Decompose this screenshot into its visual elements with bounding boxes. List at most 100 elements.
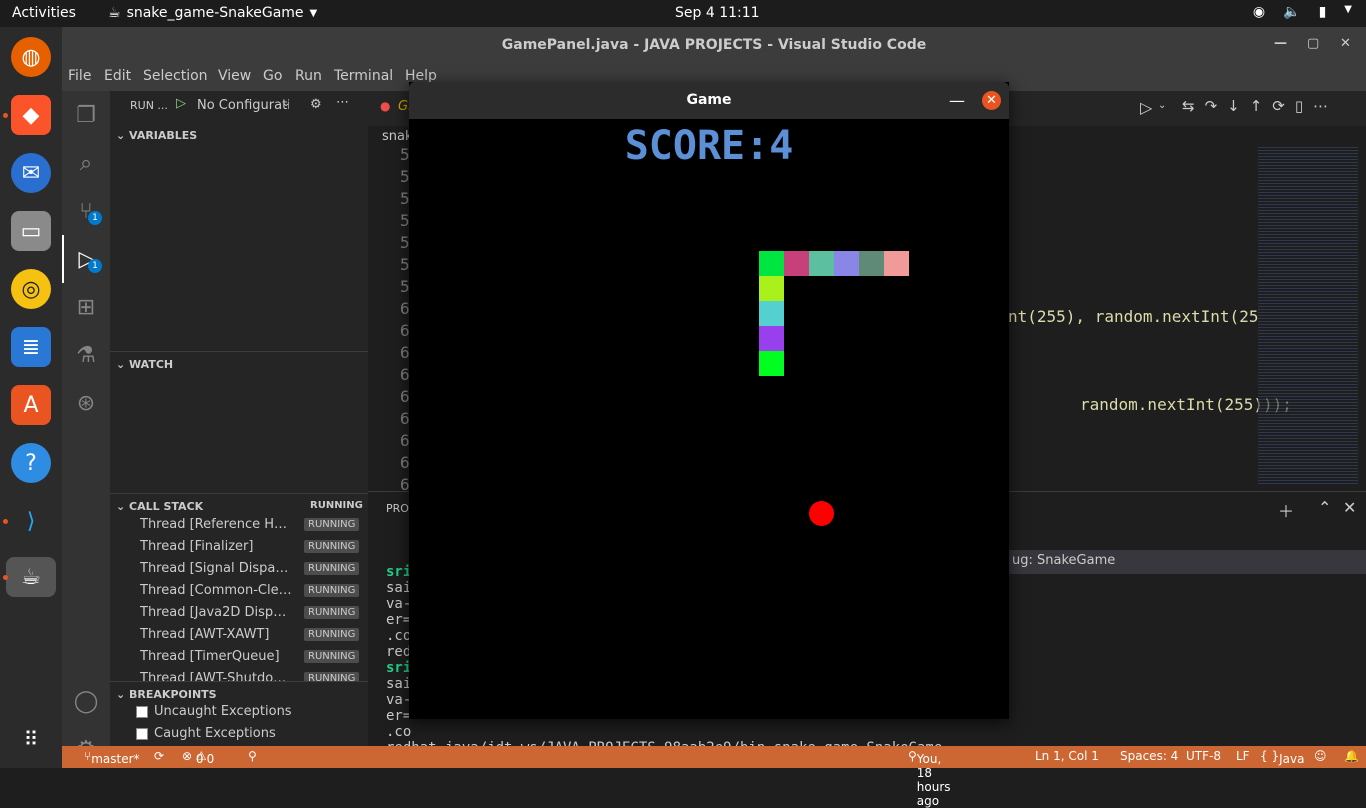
account-icon[interactable]: ◯ (62, 677, 110, 725)
terminal-line: sri (386, 564, 412, 580)
minimap[interactable] (1258, 145, 1358, 485)
debug-console-item[interactable]: ug: SnakeGame (1008, 550, 1366, 574)
thread-row[interactable]: Thread [Common-Clean... RUNNING (140, 581, 368, 603)
menu-go[interactable]: Go (263, 68, 282, 84)
start-debug-icon[interactable]: ▷ (176, 96, 186, 111)
thread-row[interactable]: Thread [Signal Dispatch... RUNNING (140, 559, 368, 581)
close-icon[interactable]: ✕ (1343, 498, 1356, 517)
run-debug-icon[interactable]: ▷ (62, 235, 110, 283)
extensions-icon[interactable]: ⊞ (62, 283, 110, 331)
menu-view[interactable]: View (218, 68, 251, 84)
terminal-line: sai (386, 676, 412, 692)
files-icon[interactable]: ▭ (11, 211, 51, 251)
menu-edit[interactable]: Edit (104, 68, 131, 84)
chevron-down-icon: ▼ (309, 7, 318, 19)
watch-section[interactable]: ⌄ WATCH (110, 351, 368, 371)
thread-name: Thread [Java2D Disposer] (140, 605, 292, 620)
debug-console-label: ug: SnakeGame (1012, 553, 1116, 568)
config-select[interactable]: No Configurati (197, 98, 289, 113)
breakpoint-label: Caught Exceptions (154, 726, 276, 741)
software-icon[interactable]: A (11, 385, 51, 425)
debug-launch-icon[interactable]: ⚲ (248, 749, 257, 763)
thread-state-badge: RUNNING (304, 606, 360, 619)
close-icon[interactable]: ✕ (982, 91, 1001, 110)
snake-segment (759, 276, 784, 301)
game-board[interactable] (409, 119, 1009, 719)
clock[interactable]: Sep 4 11:11 (675, 5, 760, 21)
end-of-line[interactable]: LF (1236, 749, 1250, 763)
menu-terminal[interactable]: Terminal (334, 68, 393, 84)
run-label: RUN ... (130, 99, 168, 112)
checkbox[interactable] (136, 706, 148, 718)
breadcrumb[interactable]: snak (382, 129, 413, 144)
git-blame[interactable]: ⚲ You, 18 hours ago (908, 749, 951, 808)
rhythmbox-icon[interactable]: ◎ (11, 269, 51, 309)
dock: ◍ ◆ ✉ ▭ ◎ ≣ A ? ⟩ ☕ ⠿ (0, 27, 62, 768)
activities-button[interactable]: Activities (12, 5, 76, 21)
thread-row[interactable]: Thread [AWT-XAWT] RUNNING (140, 625, 368, 647)
menu-run[interactable]: Run (295, 68, 322, 84)
variables-section[interactable]: ⌄ VARIABLES (110, 129, 368, 142)
thread-name: Thread [Finalizer] (140, 539, 254, 554)
app-menu[interactable]: ☕ snake_game-SnakeGame ▼ (108, 5, 317, 21)
checkbox[interactable] (136, 728, 148, 740)
explorer-icon[interactable]: ❐ (62, 91, 110, 139)
callstack-section[interactable]: ⌄ CALL STACK RUNNING (110, 493, 368, 513)
language-mode[interactable]: { } Java (1260, 749, 1304, 766)
snake-segment (784, 251, 809, 276)
chevron-up-icon[interactable]: ⌃ (1318, 498, 1331, 517)
problems-indicator[interactable]: ⊗ 0 ⚠ 0 (182, 749, 214, 766)
menu-file[interactable]: File (68, 68, 91, 84)
thunderbird-icon[interactable]: ✉ (11, 153, 51, 193)
game-window[interactable]: Game — ✕ SCORE:4 (409, 82, 1009, 719)
git-graph-icon[interactable]: ⊛ (62, 379, 110, 427)
run-icon[interactable]: ▷ (1140, 98, 1152, 117)
snake-segment (759, 326, 784, 351)
brave-icon[interactable]: ◆ (11, 95, 51, 135)
thread-row[interactable]: Thread [Finalizer] RUNNING (140, 537, 368, 559)
cursor-position[interactable]: Ln 1, Col 1 (1035, 749, 1099, 763)
thread-row[interactable]: Thread [AWT-Shutdown] RUNNING (140, 669, 368, 681)
indentation[interactable]: Spaces: 4 (1120, 749, 1178, 763)
debug-badge: 1 (88, 259, 102, 273)
thread-row[interactable]: Thread [Java2D Disposer] RUNNING (140, 603, 368, 625)
firefox-icon[interactable]: ◍ (11, 37, 51, 77)
add-terminal-icon[interactable]: ＋ (1278, 498, 1294, 522)
java-icon[interactable]: ☕ (6, 557, 56, 597)
thread-row[interactable]: Thread [Reference Han... RUNNING (140, 515, 368, 537)
panel-tab[interactable]: PRO (386, 502, 409, 515)
encoding[interactable]: UTF-8 (1186, 749, 1221, 763)
minimize-icon[interactable]: — (1274, 36, 1287, 51)
branch-indicator[interactable]: ⑂ master* (84, 749, 140, 766)
callstack-status: RUNNING (310, 500, 363, 511)
testing-icon[interactable]: ⚗ (62, 331, 110, 379)
help-icon[interactable]: ? (11, 443, 51, 483)
debug-toolbar[interactable]: ⇆↷↓↑⟳▯⋯ (1182, 97, 1338, 115)
close-icon[interactable]: ✕ (1340, 36, 1351, 51)
thread-state-badge: RUNNING (304, 540, 360, 553)
app-grid-icon[interactable]: ⠿ (11, 719, 51, 759)
error-count: 0 (195, 752, 204, 766)
breakpoints-section[interactable]: ⌄ BREAKPOINTS (110, 681, 368, 701)
thread-row[interactable]: Thread [TimerQueue] RUNNING (140, 647, 368, 669)
terminal-line: .co (386, 628, 412, 644)
breakpoint-uncaught[interactable]: Uncaught Exceptions (136, 703, 364, 725)
writer-icon[interactable]: ≣ (11, 327, 51, 367)
feedback-icon[interactable]: ☺ (1314, 749, 1327, 763)
source-control-icon[interactable]: ⑂ (62, 187, 110, 235)
title-bar: GamePanel.java - JAVA PROJECTS - Visual … (62, 27, 1366, 63)
more-icon[interactable]: ⋯ (336, 95, 349, 110)
breakpoint-caught[interactable]: Caught Exceptions (136, 725, 364, 747)
window-title: GamePanel.java - JAVA PROJECTS - Visual … (501, 37, 927, 53)
sync-icon[interactable]: ⟳ (154, 749, 164, 763)
gear-icon[interactable]: ⚙ (310, 97, 322, 112)
snake-segment (834, 251, 859, 276)
menu-selection[interactable]: Selection (143, 68, 208, 84)
notifications-icon[interactable]: 🔔 (1344, 749, 1359, 763)
maximize-icon[interactable]: ▢ (1307, 36, 1319, 51)
search-icon[interactable]: ⌕ (62, 139, 110, 187)
system-tray[interactable]: ◉ 🔈 ▮ ▼ (1253, 4, 1352, 20)
vscode-icon[interactable]: ⟩ (11, 501, 51, 541)
breakpoint-label: Uncaught Exceptions (154, 704, 292, 719)
minimize-icon[interactable]: — (949, 82, 965, 119)
